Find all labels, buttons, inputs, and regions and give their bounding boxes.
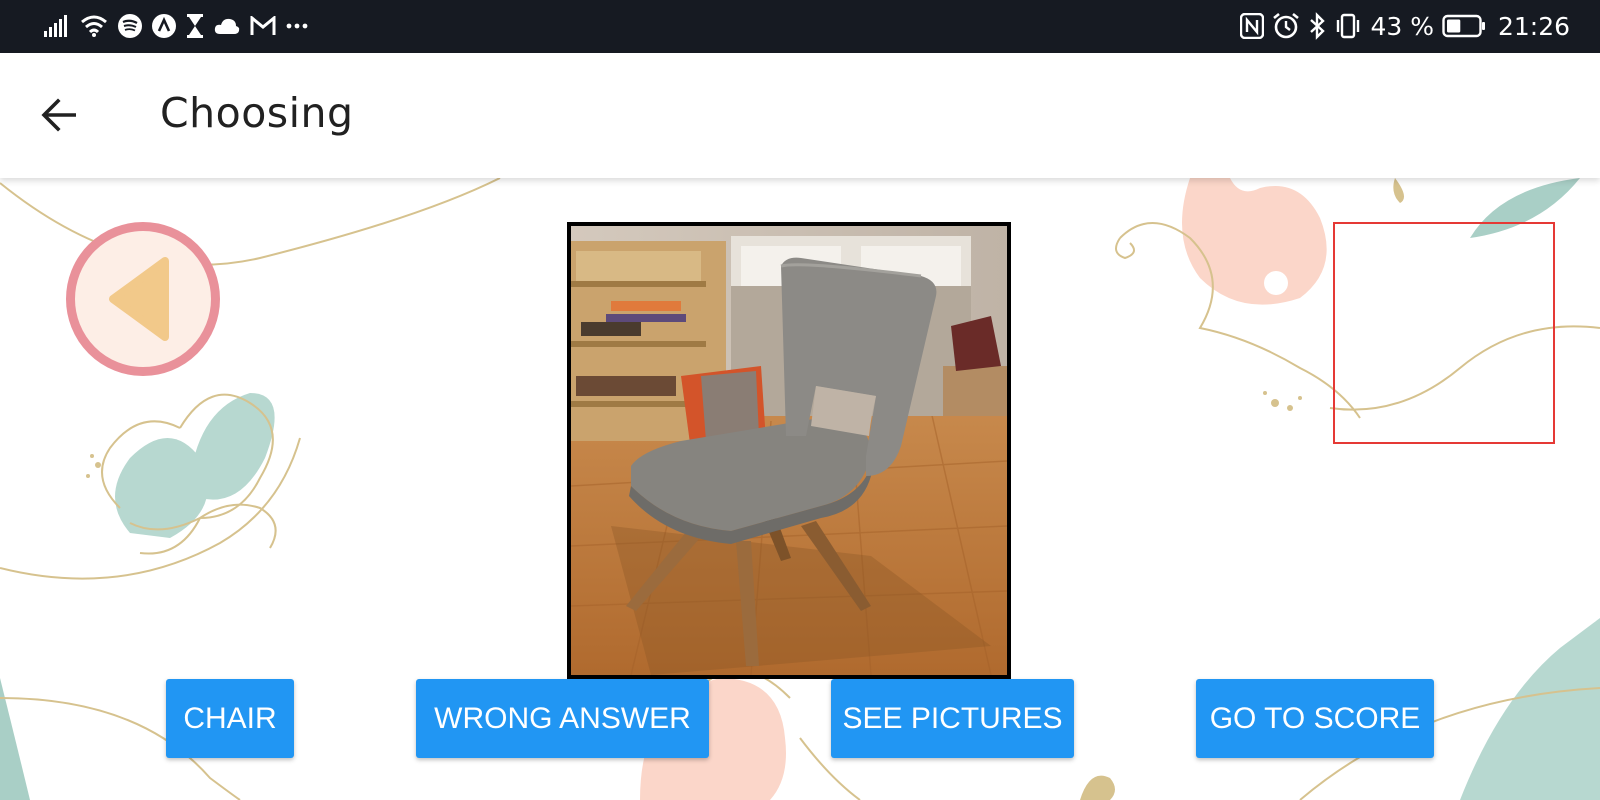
battery-level bbox=[1446, 19, 1461, 33]
status-left-icons bbox=[44, 12, 308, 40]
see-pictures-button[interactable]: SEE PICTURES bbox=[831, 679, 1074, 758]
cloud-icon bbox=[214, 17, 240, 35]
page-title: Choosing bbox=[160, 89, 354, 137]
nfc-icon bbox=[1240, 13, 1265, 39]
play-left-icon bbox=[109, 257, 169, 341]
battery-percent: 43 % bbox=[1370, 11, 1434, 41]
battery-icon bbox=[1442, 14, 1486, 38]
previous-button[interactable] bbox=[66, 222, 220, 376]
chair-photo bbox=[567, 222, 1011, 679]
clock: 21:26 bbox=[1497, 11, 1570, 41]
vibrate-icon bbox=[1334, 13, 1362, 39]
hourglass-icon bbox=[186, 14, 204, 38]
go-to-score-button[interactable]: GO TO SCORE bbox=[1196, 679, 1434, 758]
app-icon bbox=[152, 14, 176, 38]
status-bar: 43 % 21:26 bbox=[0, 0, 1600, 53]
chair-image bbox=[571, 226, 1007, 675]
game-area: CHAIR WRONG ANSWER SEE PICTURES GO TO SC… bbox=[0, 178, 1600, 800]
spotify-icon bbox=[118, 14, 142, 38]
status-right-icons: 43 % 21:26 bbox=[1240, 10, 1570, 42]
wrong-answer-button[interactable]: WRONG ANSWER bbox=[416, 679, 709, 758]
wifi-icon bbox=[80, 15, 108, 37]
target-box[interactable] bbox=[1333, 222, 1555, 444]
back-arrow-icon[interactable] bbox=[38, 93, 82, 137]
alarm-icon bbox=[1272, 12, 1300, 40]
app-bar: Choosing bbox=[0, 53, 1600, 178]
signal-icon bbox=[44, 15, 70, 37]
more-icon bbox=[286, 23, 308, 29]
chair-button[interactable]: CHAIR bbox=[166, 679, 294, 758]
gmail-icon bbox=[250, 16, 276, 36]
bluetooth-icon bbox=[1308, 12, 1326, 40]
